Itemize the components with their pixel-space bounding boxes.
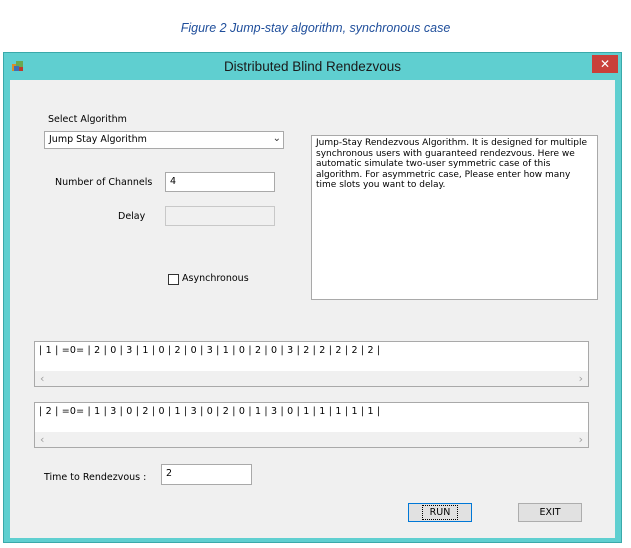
- select-algorithm-label: Select Algorithm: [48, 114, 127, 125]
- scroll-right-icon[interactable]: ›: [579, 371, 583, 386]
- user2-sequence-text: | 2 | =0= | 1 | 3 | 0 | 2 | 0 | 1 | 3 | …: [39, 406, 381, 417]
- algorithm-selected-value: Jump Stay Algorithm: [49, 134, 147, 145]
- delay-input[interactable]: [165, 206, 275, 226]
- scroll-left-icon[interactable]: ‹: [40, 371, 44, 386]
- user1-horizontal-scrollbar[interactable]: ‹ ›: [35, 371, 588, 386]
- form-client-area: Select Algorithm Jump Stay Algorithm ⌄ N…: [10, 80, 615, 538]
- run-button[interactable]: RUN: [408, 503, 472, 522]
- scroll-right-icon[interactable]: ›: [579, 432, 583, 447]
- exit-button[interactable]: EXIT: [518, 503, 582, 522]
- close-button[interactable]: ✕: [592, 55, 618, 73]
- figure-caption: Figure 2 Jump-stay algorithm, synchronou…: [180, 21, 451, 35]
- close-icon: ✕: [599, 57, 611, 71]
- window-title: Distributed Blind Rendezvous: [223, 59, 402, 74]
- user1-sequence-text: | 1 | =0= | 2 | 0 | 3 | 1 | 0 | 2 | 0 | …: [39, 345, 381, 356]
- delay-label: Delay: [118, 211, 146, 222]
- algorithm-select[interactable]: Jump Stay Algorithm ⌄: [44, 131, 284, 149]
- user2-sequence-box[interactable]: | 2 | =0= | 1 | 3 | 0 | 2 | 0 | 1 | 3 | …: [34, 402, 589, 448]
- user1-sequence-box[interactable]: | 1 | =0= | 2 | 0 | 3 | 1 | 0 | 2 | 0 | …: [34, 341, 589, 387]
- run-button-label: RUN: [421, 505, 459, 520]
- channels-label: Number of Channels: [55, 177, 153, 188]
- scroll-left-icon[interactable]: ‹: [40, 432, 44, 447]
- algorithm-description[interactable]: Jump-Stay Rendezvous Algorithm. It is de…: [311, 135, 598, 300]
- exit-button-label: EXIT: [539, 507, 561, 518]
- channels-input[interactable]: 4: [165, 172, 275, 192]
- asynchronous-checkbox[interactable]: [168, 274, 179, 285]
- time-to-rendezvous-value[interactable]: 2: [161, 464, 252, 485]
- title-bar[interactable]: Distributed Blind Rendezvous ✕: [4, 53, 621, 80]
- asynchronous-label[interactable]: Asynchronous: [182, 273, 249, 284]
- app-window: Distributed Blind Rendezvous ✕ Select Al…: [3, 52, 622, 543]
- chevron-down-icon: ⌄: [272, 133, 281, 144]
- user2-horizontal-scrollbar[interactable]: ‹ ›: [35, 432, 588, 447]
- time-to-rendezvous-label: Time to Rendezvous :: [44, 472, 147, 483]
